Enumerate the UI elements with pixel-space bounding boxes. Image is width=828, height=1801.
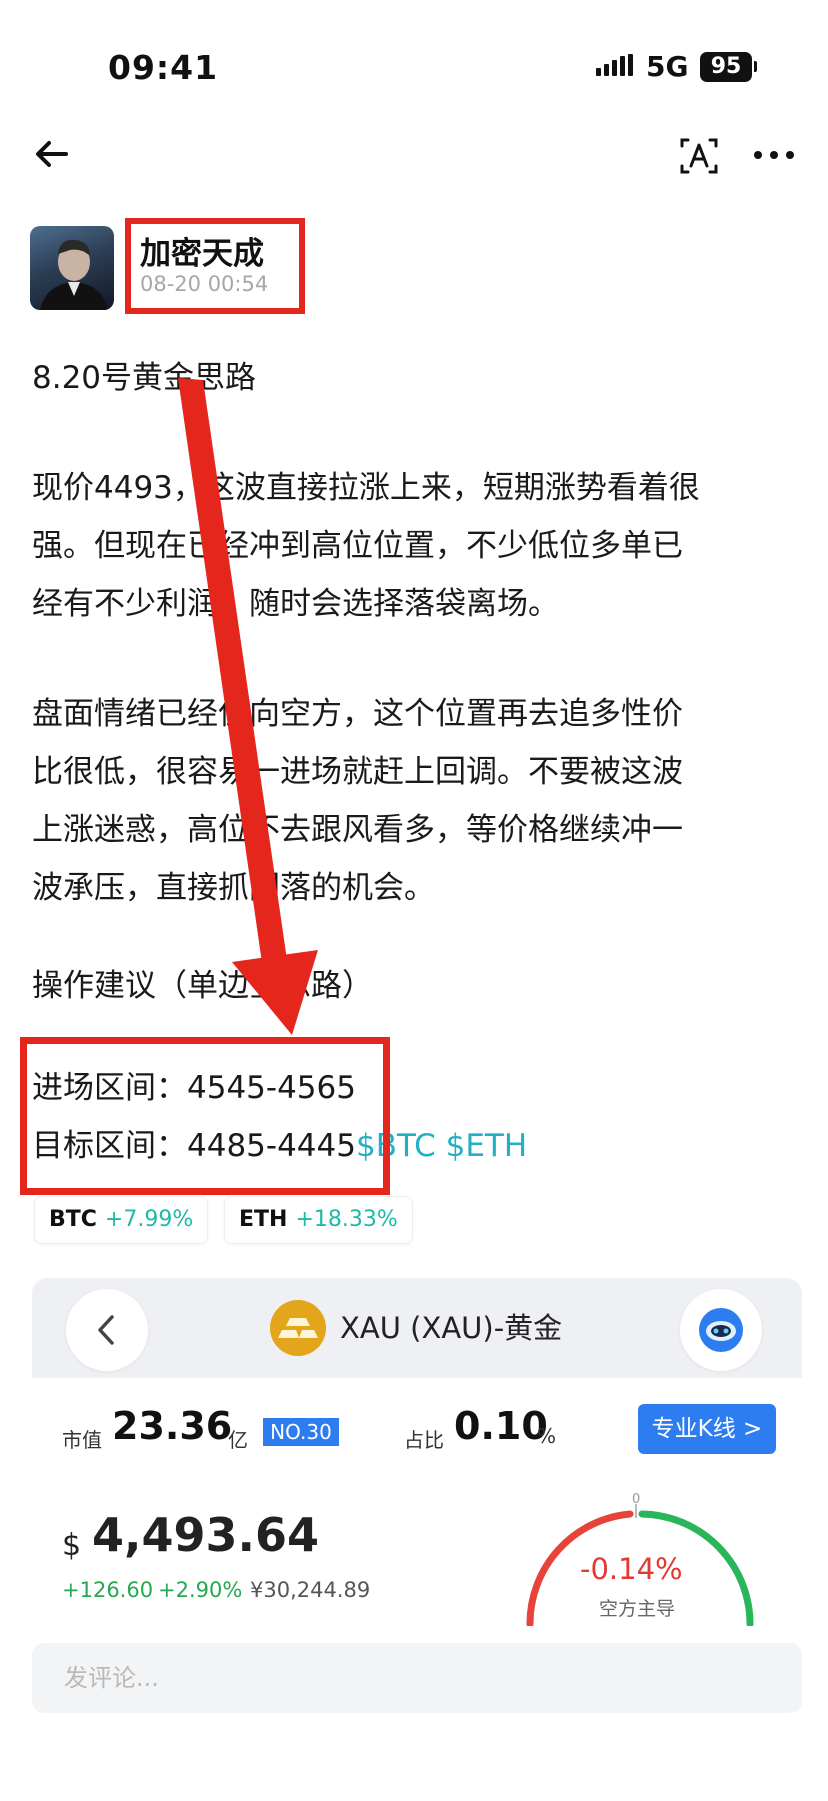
robot-icon (699, 1308, 743, 1352)
card-prev-button[interactable] (66, 1289, 148, 1371)
network-label: 5G (646, 50, 689, 83)
para1-line2: 强。但现在已经冲到高位位置，不少低位多单已 (32, 528, 683, 564)
para2-line1: 盘面情绪已经偏向空方，这个位置再去追多性价 (32, 696, 683, 732)
market-cap-value: 23.36 (112, 1404, 233, 1448)
share-unit: % (537, 1424, 557, 1448)
signal-icon (596, 54, 633, 76)
rank-badge: NO.30 (263, 1418, 339, 1446)
annotation-box-trade (20, 1037, 390, 1195)
gauge-zero-label: 0 (632, 1492, 641, 1507)
asset-price: 4,493.64 (92, 1508, 319, 1562)
para2-line4: 波承压，直接抓回落的机会。 (32, 870, 435, 906)
battery-tip (754, 61, 757, 72)
market-cap-label: 市值 (62, 1428, 102, 1452)
price-cny: ¥30,244.89 (250, 1578, 371, 1602)
para2-line3: 上涨迷惑，高位不去跟风看多，等价格继续冲一 (32, 812, 683, 848)
para2-line2: 比很低，很容易一进场就赶上回调。不要被这波 (32, 754, 683, 790)
gold-bars-icon (270, 1300, 326, 1356)
para1-line1: 现价4493，这波直接拉涨上来，短期涨势看着很 (32, 470, 700, 506)
tag-change: +7.99% (104, 1207, 194, 1232)
share-value: 0.10 (454, 1404, 548, 1448)
tag-symbol: BTC (49, 1207, 97, 1232)
para1-line3: 经有不少利润，随时会选择落袋离场。 (32, 586, 559, 622)
post-title-line: 8.20号黄金思路 (32, 360, 257, 396)
advice-line: 操作建议（单边空思路） (32, 968, 373, 1004)
translate-icon[interactable] (676, 134, 722, 178)
gauge-value: -0.14% (580, 1552, 683, 1586)
change-abs: +126.60 (62, 1578, 154, 1602)
battery-icon: 95 (700, 52, 752, 82)
market-cap-unit: 亿 (228, 1428, 248, 1452)
avatar[interactable] (30, 226, 114, 310)
tag-eth[interactable]: ETH +18.33% (224, 1196, 413, 1244)
status-time: 09:41 (108, 48, 219, 87)
tag-symbol: ETH (239, 1207, 288, 1232)
change-pct: +2.90% (158, 1578, 243, 1602)
asset-title: XAU (XAU)-黄金 (340, 1311, 563, 1345)
chevron-left-icon (98, 1315, 114, 1345)
avatar-portrait (40, 239, 108, 310)
annotation-box-author (125, 218, 305, 314)
tag-change: +18.33% (295, 1207, 398, 1232)
pro-kline-button[interactable]: 专业K线 > (638, 1404, 776, 1454)
more-options-icon[interactable] (752, 140, 796, 170)
price-currency: $ (62, 1528, 82, 1563)
tag-btc[interactable]: BTC +7.99% (34, 1196, 209, 1244)
share-label: 占比 (404, 1428, 444, 1452)
comment-input[interactable]: 发评论... (32, 1643, 802, 1713)
back-arrow-icon[interactable] (30, 132, 74, 176)
ai-assistant-button[interactable] (680, 1289, 762, 1371)
gauge-label: 空方主导 (599, 1598, 676, 1620)
